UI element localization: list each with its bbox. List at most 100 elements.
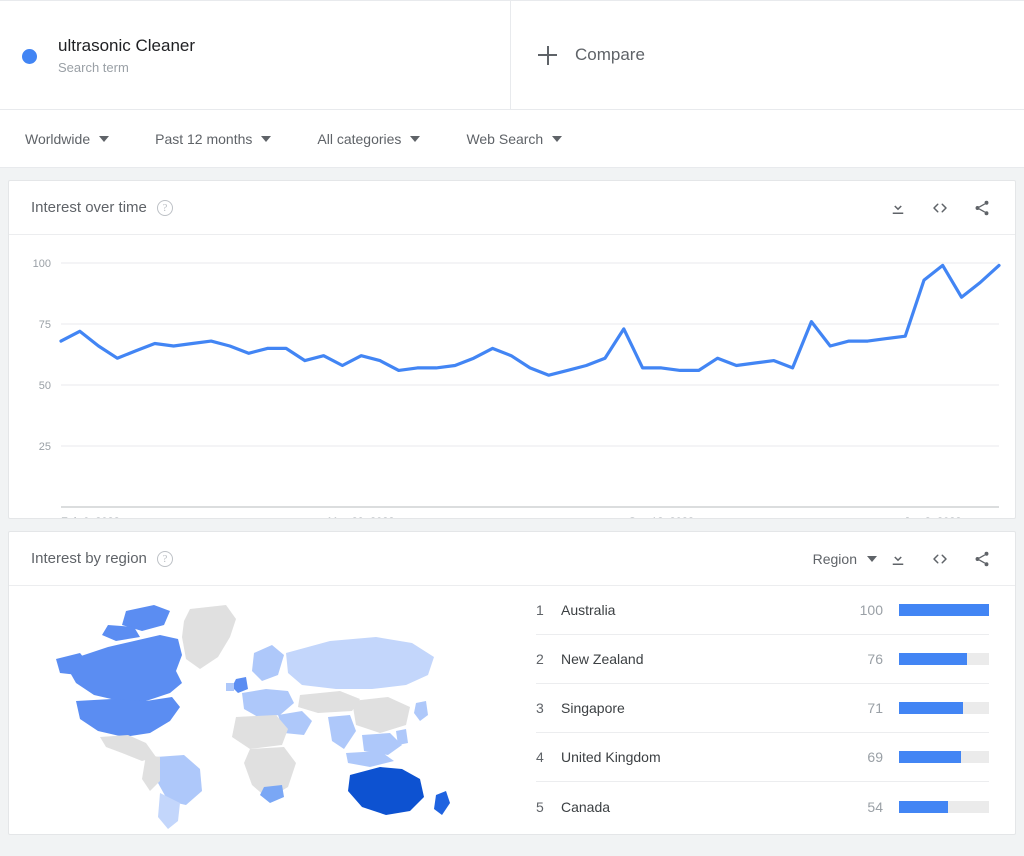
- share-icon[interactable]: [971, 197, 993, 219]
- map-region-philippines[interactable]: [395, 729, 408, 745]
- series-color-dot: [22, 48, 37, 64]
- map-region-north-africa[interactable]: [231, 715, 288, 749]
- search-term-bar: ultrasonic Cleaner Search term Compare: [0, 0, 1024, 110]
- region-name: Canada: [561, 798, 611, 815]
- map-region-india[interactable]: [327, 715, 356, 749]
- interest-by-region-body: 1 Australia 100 2 New Zealand 76 3 Singa…: [9, 586, 1015, 834]
- chart-x-ticks: Feb 6, 2022 May 29, 2022 Sep 18, 2022 Jan 8…: [61, 516, 961, 518]
- region-value: 100: [859, 602, 883, 618]
- filter-category[interactable]: All categories: [317, 130, 421, 147]
- region-bar-fill: [899, 702, 963, 714]
- compare-cell: Compare: [511, 1, 1024, 109]
- filter-search-type[interactable]: Web Search: [466, 130, 563, 147]
- interest-over-time-tools: [887, 197, 993, 219]
- share-icon[interactable]: [971, 548, 993, 570]
- region-bar-track: [899, 702, 989, 714]
- map-region-china[interactable]: [351, 697, 410, 733]
- filter-location-label: Worldwide: [25, 130, 91, 147]
- x-axis-tick: Sep 18, 2022: [629, 516, 694, 518]
- table-row[interactable]: 1 Australia 100: [536, 586, 989, 635]
- chevron-down-icon: [552, 135, 563, 142]
- x-axis-tick: Feb 6, 2022: [61, 516, 120, 518]
- download-icon[interactable]: [887, 548, 909, 570]
- plus-icon: [538, 45, 557, 65]
- search-term-label: ultrasonic Cleaner: [58, 35, 196, 55]
- interest-over-time-header: Interest over time ?: [9, 181, 1015, 235]
- y-axis-tick: 75: [39, 319, 51, 331]
- chevron-down-icon: [261, 135, 272, 142]
- chart-y-ticks: 25 50 75 100: [33, 258, 51, 453]
- interest-over-time-chart[interactable]: 25 50 75 100 Feb 6, 2022 May 29, 2022 Sep 18,…: [9, 235, 1015, 518]
- region-breakdown-label: Region: [812, 550, 857, 567]
- region-value: 71: [867, 700, 883, 716]
- map-region-ireland[interactable]: [225, 683, 234, 691]
- world-map-pane[interactable]: [9, 586, 520, 834]
- help-icon[interactable]: ?: [156, 199, 173, 216]
- region-list: 1 Australia 100 2 New Zealand 76 3 Singa…: [520, 586, 1015, 834]
- map-region-central-asia[interactable]: [297, 691, 360, 713]
- region-bar-track: [899, 604, 989, 616]
- chevron-down-icon: [867, 555, 877, 562]
- y-axis-tick: 100: [33, 258, 51, 270]
- table-row[interactable]: 4 United Kingdom 69: [536, 733, 989, 782]
- embed-icon[interactable]: [929, 197, 951, 219]
- table-row[interactable]: 2 New Zealand 76: [536, 635, 989, 684]
- map-region-south-america-west[interactable]: [141, 755, 160, 791]
- region-name: Australia: [561, 602, 616, 618]
- world-map[interactable]: [50, 597, 480, 829]
- embed-icon[interactable]: [929, 548, 951, 570]
- interest-by-region-title: Interest by region: [31, 550, 147, 567]
- region-bar-track: [899, 800, 989, 813]
- filter-search-type-label: Web Search: [466, 130, 544, 147]
- map-region-japan[interactable]: [413, 701, 428, 721]
- filter-bar: Worldwide Past 12 months All categories …: [0, 110, 1024, 168]
- interest-by-region-tools: [887, 548, 993, 570]
- region-bar-fill: [899, 604, 989, 616]
- region-name: New Zealand: [561, 651, 644, 667]
- region-bar-fill: [899, 800, 948, 813]
- chart-gridlines: [61, 262, 999, 447]
- line-chart-svg: 25 50 75 100 Feb 6, 2022 May 29, 2022 Sep 18,…: [33, 258, 1001, 518]
- map-region-greenland[interactable]: [181, 605, 236, 669]
- region-name: United Kingdom: [561, 749, 661, 765]
- region-name: Singapore: [561, 700, 625, 716]
- map-region-united-states[interactable]: [75, 697, 180, 737]
- table-row[interactable]: 3 Singapore 71: [536, 684, 989, 733]
- interest-by-region-header: Interest by region ? Region: [9, 532, 1015, 586]
- region-rank: 4: [536, 749, 544, 765]
- region-value: 54: [867, 798, 883, 815]
- search-term-type: Search term: [58, 59, 129, 75]
- region-breakdown-select[interactable]: Region: [813, 551, 877, 567]
- interest-over-time-card: Interest over time ? 25 50 75 100: [8, 180, 1016, 519]
- x-axis-tick: Jan 8, 2023: [904, 516, 962, 518]
- map-region-australia[interactable]: [347, 767, 424, 815]
- map-region-europe[interactable]: [241, 689, 294, 717]
- help-icon[interactable]: ?: [156, 550, 173, 567]
- region-value: 76: [867, 651, 883, 667]
- trend-line: [59, 263, 1001, 377]
- y-axis-tick: 50: [39, 380, 51, 392]
- search-term-card[interactable]: ultrasonic Cleaner Search term: [0, 1, 511, 109]
- x-axis-tick: May 29, 2022: [328, 516, 395, 518]
- compare-label: Compare: [575, 45, 645, 64]
- region-bar-track: [899, 751, 989, 763]
- add-compare-button[interactable]: Compare: [538, 45, 645, 65]
- interest-over-time-title: Interest over time: [31, 199, 147, 216]
- map-region-southeast-asia[interactable]: [361, 733, 402, 755]
- region-value: 69: [867, 749, 883, 765]
- map-region-russia[interactable]: [285, 637, 434, 689]
- map-region-scandinavia[interactable]: [251, 645, 284, 681]
- filter-time-range-label: Past 12 months: [155, 130, 253, 147]
- map-region-united-kingdom[interactable]: [231, 677, 248, 693]
- chevron-down-icon: [99, 135, 110, 142]
- region-bar-fill: [899, 653, 968, 665]
- filter-category-label: All categories: [317, 130, 402, 147]
- map-region-new-zealand[interactable]: [433, 791, 450, 815]
- filter-location[interactable]: Worldwide: [25, 130, 110, 147]
- download-icon[interactable]: [887, 197, 909, 219]
- map-region-canada[interactable]: [67, 635, 182, 701]
- region-bar-fill: [899, 751, 962, 763]
- table-row[interactable]: 5 Canada 54: [536, 782, 989, 831]
- region-rank: 2: [536, 651, 544, 667]
- filter-time-range[interactable]: Past 12 months: [155, 130, 272, 147]
